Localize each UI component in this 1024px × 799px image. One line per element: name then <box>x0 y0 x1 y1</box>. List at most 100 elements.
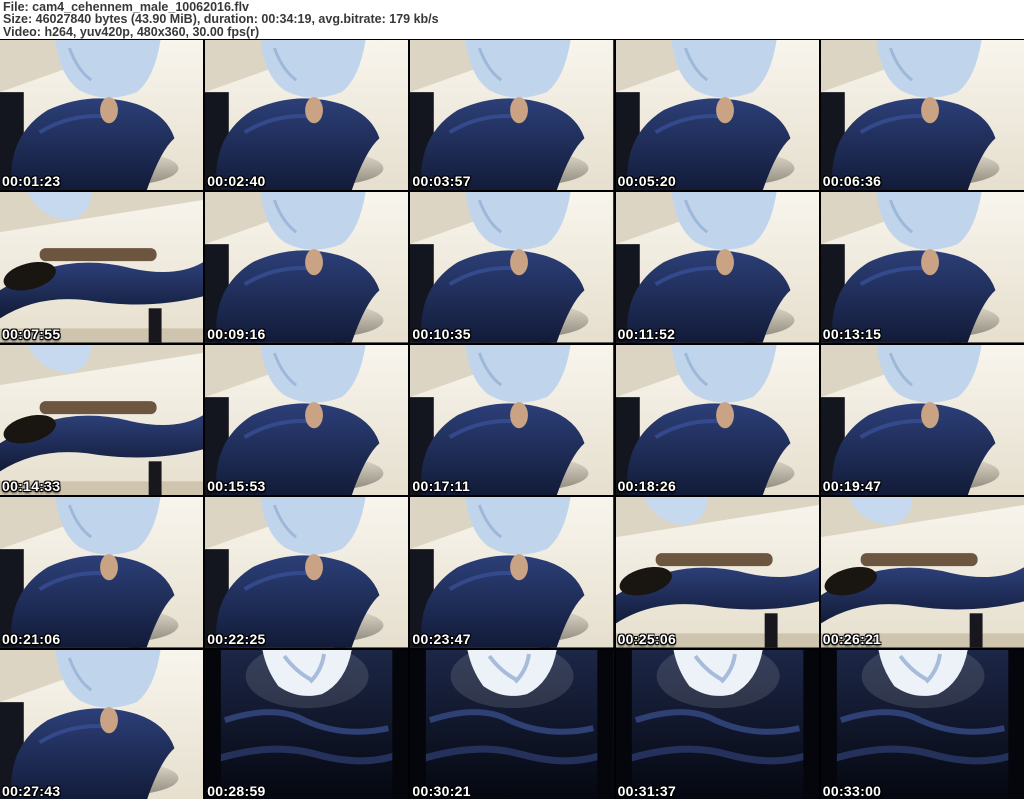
file-size-line: Size: 46027840 bytes (43.90 MiB), durati… <box>3 12 439 27</box>
hand-shape <box>510 249 529 276</box>
timestamp-overlay: 00:27:43 <box>2 782 61 799</box>
thumbnail-scene-legs <box>615 497 819 648</box>
video-thumbnail: 00:26:21 <box>820 497 1024 648</box>
video-thumbnail: 00:07:55 <box>0 192 204 343</box>
thumbnail-scene-dark <box>820 649 1024 799</box>
video-codec-line: Video: h264, yuv420p, 480x360, 30.00 fps… <box>3 24 260 39</box>
video-thumbnail: 00:30:21 <box>410 649 614 799</box>
timestamp-overlay: 00:22:25 <box>207 630 266 647</box>
timestamp-overlay: 00:05:20 <box>617 173 677 190</box>
hand-shape <box>100 706 118 733</box>
armrest-shape <box>860 553 978 567</box>
armrest-shape <box>39 400 157 414</box>
timestamp-overlay: 00:26:21 <box>822 630 882 647</box>
video-thumbnail: 00:06:36 <box>820 40 1024 191</box>
thumbnail-scene-legs <box>0 344 204 496</box>
file-info-header: File: cam4_cehennem_male_10062016.flv Si… <box>0 0 1024 39</box>
timestamp-overlay: 00:06:36 <box>822 173 882 190</box>
hand-shape <box>715 401 734 429</box>
hand-shape <box>305 97 324 124</box>
thumbnail-scene-seated <box>205 344 409 496</box>
hand-shape <box>510 97 529 124</box>
hand-shape <box>510 554 529 581</box>
video-contact-sheet: File: cam4_cehennem_male_10062016.flv Si… <box>0 0 1024 799</box>
thumbnail-scene-seated <box>615 192 819 343</box>
thumbnail-scene-seated <box>820 40 1024 191</box>
video-thumbnail: 00:13:15 <box>820 192 1024 343</box>
hand-shape <box>305 249 324 276</box>
video-thumbnail: 00:05:20 <box>615 40 819 191</box>
video-thumbnail: 00:14:33 <box>0 344 204 496</box>
hand-shape <box>510 401 529 429</box>
hand-shape <box>100 97 118 124</box>
thumbnail-scene-dark <box>410 649 614 799</box>
timestamp-overlay: 00:02:40 <box>207 173 266 190</box>
armrest-shape <box>39 248 157 262</box>
video-thumbnail: 00:15:53 <box>205 344 409 496</box>
chair-pole-shape <box>969 613 983 648</box>
thumbnail-scene-seated <box>615 40 819 191</box>
video-thumbnail: 00:22:25 <box>205 497 409 648</box>
timestamp-overlay: 00:14:33 <box>2 478 61 495</box>
video-thumbnail: 00:10:35 <box>410 192 614 343</box>
hand-shape <box>715 97 734 124</box>
chair-pole-shape <box>764 613 778 648</box>
thumbnail-scene-seated <box>820 192 1024 343</box>
timestamp-overlay: 00:07:55 <box>2 325 61 342</box>
thumbnail-scene-seated <box>615 344 819 496</box>
thumbnail-scene-seated <box>0 497 204 648</box>
thumbnail-scene-seated <box>410 192 614 343</box>
chair-pole-shape <box>148 308 162 343</box>
timestamp-overlay: 00:18:26 <box>617 478 677 495</box>
video-thumbnail: 00:01:23 <box>0 40 204 191</box>
hand-shape <box>920 97 939 124</box>
timestamp-overlay: 00:31:37 <box>617 782 677 799</box>
thumbnail-scene-seated <box>0 40 204 191</box>
hand-shape <box>715 249 734 276</box>
timestamp-overlay: 00:30:21 <box>412 782 471 799</box>
thumbnail-scene-legs <box>820 497 1024 648</box>
video-thumbnail: 00:18:26 <box>615 344 819 496</box>
video-thumbnail: 00:11:52 <box>615 192 819 343</box>
timestamp-overlay: 00:21:06 <box>2 630 61 647</box>
video-thumbnail: 00:25:06 <box>615 497 819 648</box>
thumbnail-scene-seated <box>205 40 409 191</box>
video-thumbnail: 00:02:40 <box>205 40 409 191</box>
video-thumbnail: 00:23:47 <box>410 497 614 648</box>
hand-shape <box>920 401 939 429</box>
thumbnail-scene-seated <box>410 344 614 496</box>
thumbnail-scene-seated <box>0 649 204 799</box>
timestamp-overlay: 00:13:15 <box>822 325 882 342</box>
timestamp-overlay: 00:01:23 <box>2 173 61 190</box>
video-thumbnail: 00:17:11 <box>410 344 614 496</box>
thumbnail-scene-legs <box>0 192 204 343</box>
video-thumbnail: 00:33:00 <box>820 649 1024 799</box>
video-thumbnail: 00:27:43 <box>0 649 204 799</box>
timestamp-overlay: 00:19:47 <box>822 478 882 495</box>
timestamp-overlay: 00:11:52 <box>617 325 676 342</box>
timestamp-overlay: 00:09:16 <box>207 325 266 342</box>
video-thumbnail: 00:03:57 <box>410 40 614 191</box>
hand-shape <box>920 249 939 276</box>
timestamp-overlay: 00:03:57 <box>412 173 471 190</box>
hand-shape <box>100 554 118 581</box>
thumbnail-scene-seated <box>820 344 1024 496</box>
timestamp-overlay: 00:25:06 <box>617 630 677 647</box>
thumbnail-scene-seated <box>205 497 409 648</box>
timestamp-overlay: 00:33:00 <box>822 782 882 799</box>
hand-shape <box>305 554 324 581</box>
thumbnail-scene-seated <box>410 40 614 191</box>
chair-pole-shape <box>148 461 162 496</box>
thumbnail-scene-seated <box>205 192 409 343</box>
thumbnail-grid: 00:01:23 00:02:40 00:03:57 00:05:20 00:0… <box>0 39 1024 799</box>
timestamp-overlay: 00:17:11 <box>412 478 471 495</box>
timestamp-overlay: 00:15:53 <box>207 478 266 495</box>
timestamp-overlay: 00:10:35 <box>412 325 471 342</box>
timestamp-overlay: 00:28:59 <box>207 782 266 799</box>
thumbnail-scene-dark <box>615 649 819 799</box>
armrest-shape <box>655 553 773 567</box>
hand-shape <box>305 401 324 429</box>
video-thumbnail: 00:19:47 <box>820 344 1024 496</box>
thumbnail-scene-dark <box>205 649 409 799</box>
video-thumbnail: 00:31:37 <box>615 649 819 799</box>
